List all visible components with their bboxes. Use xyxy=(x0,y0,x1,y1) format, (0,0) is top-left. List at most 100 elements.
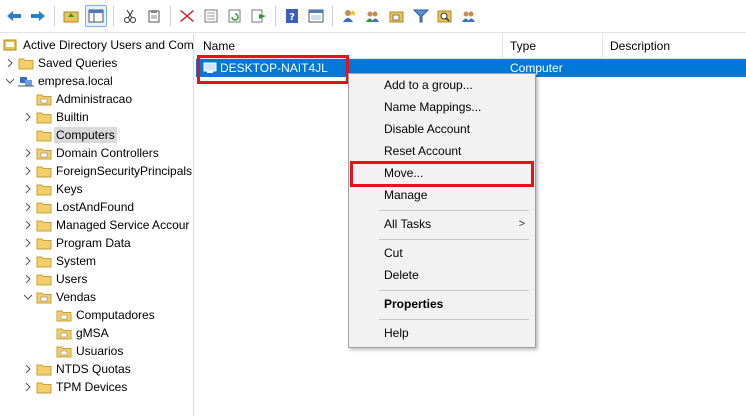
folder-icon xyxy=(36,200,52,214)
menu-item-add-to-group[interactable]: Add to a group... xyxy=(349,74,535,96)
tree-item-system[interactable]: System xyxy=(22,252,96,270)
chevron-down-icon[interactable] xyxy=(4,75,16,87)
filter-icon[interactable] xyxy=(411,6,431,26)
menu-item-all-tasks[interactable]: All Tasks > xyxy=(349,213,535,235)
tree-item-keys[interactable]: Keys xyxy=(22,180,83,198)
chevron-down-icon[interactable] xyxy=(22,291,34,303)
chevron-right-icon[interactable] xyxy=(22,147,34,159)
chevron-right-icon[interactable] xyxy=(22,237,34,249)
tree-item-domain-controllers[interactable]: Domain Controllers xyxy=(22,144,159,162)
export-list-icon[interactable] xyxy=(249,6,269,26)
menu-separator xyxy=(379,239,529,240)
menu-item-manage[interactable]: Manage xyxy=(349,184,535,206)
chevron-right-icon[interactable] xyxy=(22,381,34,393)
copy-icon[interactable] xyxy=(144,6,164,26)
menu-item-delete[interactable]: Delete xyxy=(349,264,535,286)
tree-item-computers[interactable]: Computers xyxy=(36,126,117,144)
ou-folder-icon xyxy=(56,344,72,358)
ou-folder-icon xyxy=(36,290,52,304)
tree-item-users[interactable]: Users xyxy=(22,270,87,288)
refresh-icon[interactable] xyxy=(225,6,245,26)
show-hide-tree-icon[interactable] xyxy=(85,5,107,27)
folder-icon xyxy=(36,128,52,142)
chevron-right-icon[interactable] xyxy=(22,201,34,213)
chevron-right-icon[interactable] xyxy=(22,255,34,267)
tree-item-label: Computadores xyxy=(76,308,155,322)
column-header-type[interactable]: Type xyxy=(503,34,603,58)
new-group-icon[interactable] xyxy=(363,6,383,26)
menu-item-properties[interactable]: Properties xyxy=(349,293,535,315)
tree-item-administracao[interactable]: Administracao xyxy=(36,90,132,108)
back-arrow-icon[interactable] xyxy=(4,6,24,26)
menu-item-label: Name Mappings... xyxy=(384,100,482,114)
chevron-right-icon[interactable] xyxy=(22,165,34,177)
folder-icon xyxy=(36,182,52,196)
tree-item-ntds-quotas[interactable]: NTDS Quotas xyxy=(22,360,131,378)
forward-arrow-icon[interactable] xyxy=(28,6,48,26)
tree-item-label: Program Data xyxy=(56,236,131,250)
ou-folder-icon xyxy=(56,326,72,340)
tree-item-managed-service-accounts[interactable]: Managed Service Accour xyxy=(22,216,189,234)
menu-separator xyxy=(379,290,529,291)
tree-item-label: ForeignSecurityPrincipals xyxy=(56,164,193,178)
help-icon[interactable]: ? xyxy=(282,6,302,26)
tree-item-computadores[interactable]: Computadores xyxy=(56,306,155,324)
tree-item-usuarios[interactable]: Usuarios xyxy=(56,342,123,360)
tree-item-gmsa[interactable]: gMSA xyxy=(56,324,109,342)
ou-folder-icon xyxy=(56,308,72,322)
folder-icon xyxy=(36,272,52,286)
tree-item-label: Domain Controllers xyxy=(56,146,159,160)
menu-item-disable-account[interactable]: Disable Account xyxy=(349,118,535,140)
chevron-right-icon[interactable] xyxy=(22,183,34,195)
tree-item-label: Saved Queries xyxy=(38,56,118,70)
new-user-icon[interactable] xyxy=(339,6,359,26)
toggle-pane-icon[interactable] xyxy=(306,6,326,26)
menu-item-label: Help xyxy=(384,326,409,340)
column-header-description[interactable]: Description xyxy=(603,34,746,58)
new-ou-icon[interactable] xyxy=(387,6,407,26)
column-header-name[interactable]: Name xyxy=(196,34,503,58)
menu-item-move[interactable]: Move... xyxy=(349,162,535,184)
menu-item-label: Delete xyxy=(384,268,419,282)
cut-icon[interactable] xyxy=(120,6,140,26)
folder-icon xyxy=(36,236,52,250)
folder-up-icon[interactable] xyxy=(61,6,81,26)
tree-item-label: Builtin xyxy=(56,110,89,124)
chevron-right-icon[interactable] xyxy=(22,111,34,123)
menu-item-label: Properties xyxy=(384,297,444,311)
console-tree[interactable]: Active Directory Users and Com Saved Que… xyxy=(0,34,194,416)
chevron-right-icon[interactable] xyxy=(22,273,34,285)
find-icon[interactable] xyxy=(435,6,455,26)
chevron-right-icon[interactable] xyxy=(22,219,34,231)
menu-separator xyxy=(379,210,529,211)
delete-icon[interactable] xyxy=(177,6,197,26)
tree-item-vendas[interactable]: Vendas xyxy=(22,288,96,306)
tree-item-tpm-devices[interactable]: TPM Devices xyxy=(22,378,127,396)
folder-icon xyxy=(36,110,52,124)
tree-item-foreign-security-principals[interactable]: ForeignSecurityPrincipals xyxy=(22,162,192,180)
toolbar-separator xyxy=(275,6,276,26)
menu-item-help[interactable]: Help xyxy=(349,322,535,344)
add-to-group-icon[interactable] xyxy=(459,6,479,26)
tree-item-label: gMSA xyxy=(76,326,109,340)
menu-item-name-mappings[interactable]: Name Mappings... xyxy=(349,96,535,118)
tree-root[interactable]: Active Directory Users and Com xyxy=(3,36,193,54)
properties-icon[interactable] xyxy=(201,6,221,26)
tree-item-label: System xyxy=(56,254,97,268)
folder-icon xyxy=(36,164,52,178)
chevron-right-icon[interactable] xyxy=(4,57,16,69)
tree-item-builtin[interactable]: Builtin xyxy=(22,108,89,126)
menu-item-cut[interactable]: Cut xyxy=(349,242,535,264)
column-header-label: Type xyxy=(510,39,537,53)
menu-item-label: All Tasks xyxy=(384,217,432,231)
column-header-label: Description xyxy=(610,39,671,53)
toolbar: ? xyxy=(0,0,746,33)
chevron-right-icon[interactable] xyxy=(22,363,34,375)
domain-icon xyxy=(18,74,34,88)
tree-item-lostandfound[interactable]: LostAndFound xyxy=(22,198,134,216)
tree-item-program-data[interactable]: Program Data xyxy=(22,234,131,252)
menu-item-reset-account[interactable]: Reset Account xyxy=(349,140,535,162)
tree-item-saved-queries[interactable]: Saved Queries xyxy=(4,54,117,72)
tree-item-domain[interactable]: empresa.local xyxy=(4,72,113,90)
folder-icon xyxy=(18,56,34,70)
